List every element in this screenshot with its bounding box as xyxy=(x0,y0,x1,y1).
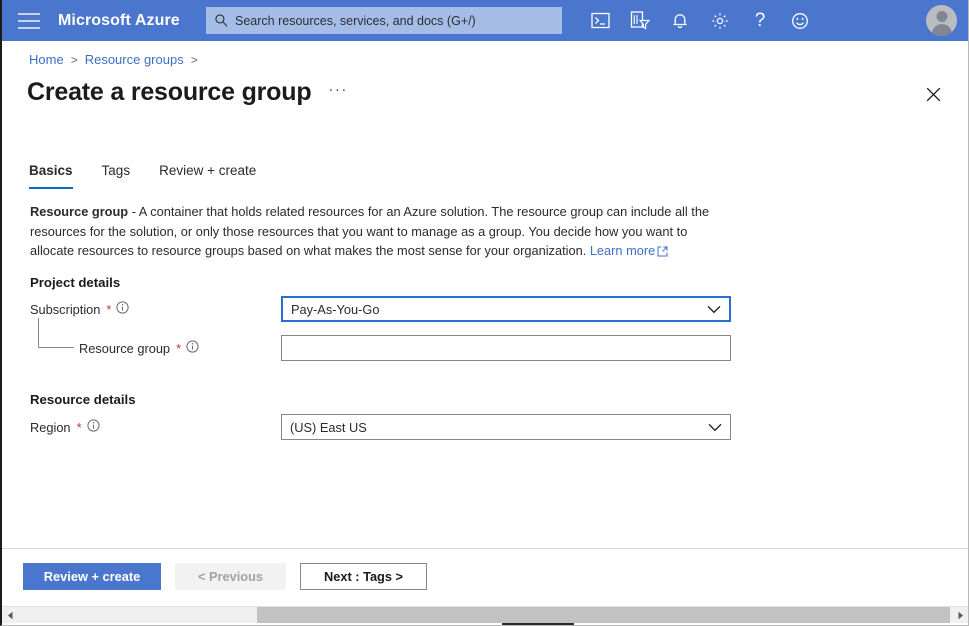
avatar-head xyxy=(936,11,947,22)
section-heading-resource-details: Resource details xyxy=(30,392,136,407)
directory-filter-icon[interactable] xyxy=(620,0,660,41)
avatar[interactable] xyxy=(926,5,957,36)
close-icon xyxy=(926,87,941,102)
breadcrumb-item-home[interactable]: Home xyxy=(29,52,64,67)
blade-description: Resource group - A container that holds … xyxy=(30,202,720,263)
field-indent-connector xyxy=(38,318,74,348)
notifications-bell-icon[interactable] xyxy=(660,0,700,41)
subscription-value: Pay-As-You-Go xyxy=(291,302,707,317)
hamburger-menu-icon[interactable] xyxy=(18,13,40,29)
global-search-placeholder: Search resources, services, and docs (G+… xyxy=(235,14,476,28)
more-options-icon[interactable]: ··· xyxy=(325,82,351,103)
blade-title-row: Create a resource group ··· xyxy=(27,78,351,107)
label-resource-group-text: Resource group xyxy=(79,341,170,356)
info-icon-resource-group[interactable] xyxy=(186,340,199,356)
next-tags-button[interactable]: Next : Tags > xyxy=(300,563,427,590)
label-resource-group: Resource group * xyxy=(79,340,199,356)
header-icon-group: ? xyxy=(580,0,820,41)
global-search-box[interactable]: Search resources, services, and docs (G+… xyxy=(206,7,562,34)
azure-portal-page: Microsoft Azure Search resources, servic… xyxy=(0,0,969,626)
scroll-left-arrow-icon[interactable] xyxy=(2,607,19,624)
region-value: (US) East US xyxy=(290,420,708,435)
region-dropdown[interactable]: (US) East US xyxy=(281,414,731,440)
blade-footer: Review + create < Previous Next : Tags > xyxy=(2,549,969,603)
description-term: Resource group xyxy=(30,204,128,219)
label-subscription-text: Subscription xyxy=(30,302,100,317)
breadcrumb-separator-icon-2: > xyxy=(191,53,198,67)
chevron-down-icon xyxy=(707,305,721,314)
global-header: Microsoft Azure Search resources, servic… xyxy=(2,0,969,41)
review-create-button[interactable]: Review + create xyxy=(23,563,161,590)
search-icon xyxy=(214,13,229,28)
required-marker-region: * xyxy=(77,420,82,435)
tab-tags[interactable]: Tags xyxy=(102,160,131,189)
external-link-icon xyxy=(657,243,668,263)
scroll-right-arrow-icon[interactable] xyxy=(952,607,969,624)
scrollbar-track[interactable] xyxy=(19,607,952,624)
info-icon-region[interactable] xyxy=(87,419,100,435)
label-region-text: Region xyxy=(30,420,71,435)
subscription-dropdown[interactable]: Pay-As-You-Go xyxy=(281,296,731,322)
help-glyph: ? xyxy=(755,11,766,30)
tab-basics[interactable]: Basics xyxy=(29,160,73,189)
blade-tabs: Basics Tags Review + create xyxy=(29,160,285,189)
learn-more-link[interactable]: Learn more xyxy=(590,243,655,258)
section-heading-project-details: Project details xyxy=(30,275,120,290)
feedback-smiley-icon[interactable] xyxy=(780,0,820,41)
settings-gear-icon[interactable] xyxy=(700,0,740,41)
horizontal-scrollbar[interactable] xyxy=(2,606,969,623)
tab-review-create[interactable]: Review + create xyxy=(159,160,256,189)
help-question-icon[interactable]: ? xyxy=(740,0,780,41)
info-icon-subscription[interactable] xyxy=(116,301,129,317)
cloud-shell-icon[interactable] xyxy=(580,0,620,41)
brand-title[interactable]: Microsoft Azure xyxy=(58,12,180,30)
required-marker-resource-group: * xyxy=(176,341,181,356)
label-region: Region * xyxy=(30,419,100,435)
close-blade-button[interactable] xyxy=(921,82,945,106)
breadcrumb: Home > Resource groups > xyxy=(29,52,198,67)
avatar-body xyxy=(932,24,952,36)
chevron-down-icon-region xyxy=(708,423,722,432)
resource-group-input[interactable] xyxy=(281,335,731,361)
previous-button: < Previous xyxy=(175,563,286,590)
required-marker-subscription: * xyxy=(106,302,111,317)
scrollbar-thumb[interactable] xyxy=(257,607,950,624)
page-title: Create a resource group xyxy=(27,78,311,107)
breadcrumb-separator-icon: > xyxy=(71,53,78,67)
label-subscription: Subscription * xyxy=(30,301,129,317)
breadcrumb-item-resource-groups[interactable]: Resource groups xyxy=(85,52,184,67)
